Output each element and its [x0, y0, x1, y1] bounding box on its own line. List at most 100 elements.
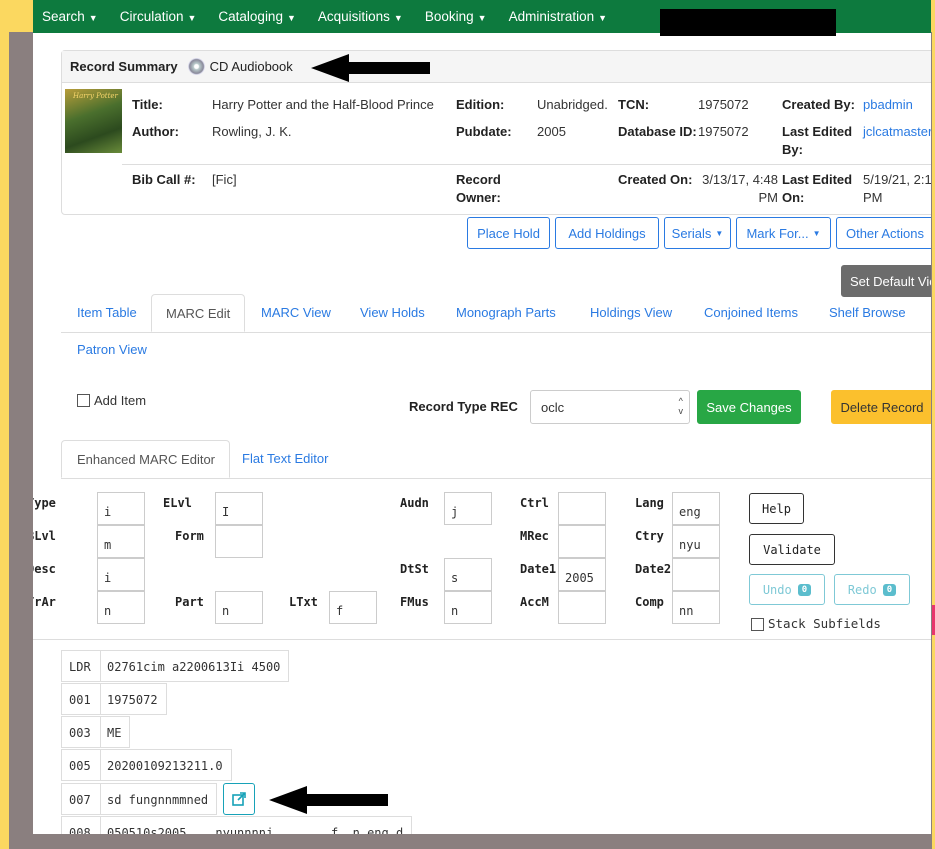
- other-actions-button[interactable]: Other Actions: [836, 217, 931, 249]
- marc-tag-field[interactable]: 001: [61, 683, 101, 715]
- tab-marc-view[interactable]: MARC View: [261, 305, 331, 320]
- spinner-icon[interactable]: ^ v: [679, 396, 684, 416]
- validate-button[interactable]: Validate: [749, 534, 835, 565]
- marc-value-field[interactable]: ME: [101, 716, 131, 748]
- tab-divider: [61, 332, 931, 333]
- nav-booking[interactable]: Booking ▼: [425, 9, 487, 24]
- place-hold-button[interactable]: Place Hold: [467, 217, 550, 249]
- record-type-input[interactable]: oclc ^ v: [530, 390, 690, 424]
- ff-accm-label: AccM: [520, 595, 549, 609]
- delete-record-button[interactable]: Delete Record: [831, 390, 931, 424]
- last-edited-by-link[interactable]: jclcatmaster: [863, 123, 931, 141]
- ff-mrec-field[interactable]: [558, 525, 606, 558]
- title-value: Harry Potter and the Half-Blood Prince: [212, 97, 434, 112]
- ff-desc-label: Desc: [33, 562, 56, 576]
- redaction-box: [660, 9, 836, 36]
- ff-date2-label: Date2: [635, 562, 672, 576]
- annotation-arrow: [269, 786, 388, 814]
- physical-characteristics-wizard-button[interactable]: [223, 783, 255, 815]
- ff-form-field[interactable]: [215, 525, 263, 558]
- ff-blvl-field[interactable]: m: [97, 525, 145, 558]
- mark-for-button[interactable]: Mark For... ▼: [736, 217, 831, 249]
- dbid-label: Database ID:: [618, 124, 697, 139]
- ff-trar-field[interactable]: n: [97, 591, 145, 624]
- bibcall-value: [Fic]: [212, 172, 237, 187]
- ff-part-label: Part: [175, 595, 204, 609]
- ff-ctry-field[interactable]: nyu: [672, 525, 720, 558]
- add-holdings-button[interactable]: Add Holdings: [555, 217, 659, 249]
- nav-circulation[interactable]: Circulation ▼: [120, 9, 197, 24]
- tab-marc-edit[interactable]: MARC Edit: [151, 294, 246, 332]
- app-page: Search ▼ Circulation ▼ Cataloging ▼ Acquisi…: [33, 0, 931, 834]
- edition-label: Edition:: [456, 97, 505, 112]
- marc-value-field[interactable]: 02761cim a2200613Ii 4500: [101, 650, 290, 682]
- ff-lang-field[interactable]: eng: [672, 492, 720, 525]
- created-by-label: Created By:: [782, 97, 855, 112]
- tab-view-holds[interactable]: View Holds: [360, 305, 425, 320]
- marc-row: 001 1975072: [61, 683, 167, 715]
- ff-ctrl-field[interactable]: [558, 492, 606, 525]
- ff-ltxt-label: LTxt: [289, 595, 318, 609]
- ff-trar-label: TrAr: [33, 595, 56, 609]
- record-format-label: CD Audiobook: [209, 59, 293, 74]
- ff-elvl-field[interactable]: I: [215, 492, 263, 525]
- external-link-icon: [232, 792, 246, 806]
- subtab-divider: [61, 478, 931, 479]
- nav-acquisitions[interactable]: Acquisitions ▼: [318, 9, 403, 24]
- ff-audn-field[interactable]: j: [444, 492, 492, 525]
- record-format: CD Audiobook: [187, 58, 293, 75]
- marc-value-field[interactable]: sd fungnnmmned: [101, 783, 218, 815]
- tab-patron-view[interactable]: Patron View: [77, 342, 147, 357]
- marc-row: 007 sd fungnnmmned: [61, 783, 218, 815]
- stack-subfields-checkbox[interactable]: [751, 618, 764, 631]
- tab-enhanced-marc-editor[interactable]: Enhanced MARC Editor: [61, 440, 231, 478]
- record-summary-header: Record Summary CD Audiobook: [62, 51, 931, 83]
- ff-date2-field[interactable]: [672, 558, 720, 591]
- ff-dtst-field[interactable]: s: [444, 558, 492, 591]
- ff-comp-field[interactable]: nn: [672, 591, 720, 624]
- marc-tag-field[interactable]: 007: [61, 783, 101, 815]
- nav-cataloging[interactable]: Cataloging ▼: [218, 9, 295, 24]
- created-by-link[interactable]: pbadmin: [863, 96, 913, 114]
- marc-value-field[interactable]: 050510s2005 nyunnnnj f n eng d: [101, 816, 413, 834]
- tab-flat-text-editor[interactable]: Flat Text Editor: [242, 451, 328, 466]
- ff-date1-field[interactable]: 2005: [558, 558, 606, 591]
- tab-holdings-view[interactable]: Holdings View: [590, 305, 672, 320]
- tab-item-table[interactable]: Item Table: [77, 305, 137, 320]
- marc-row: 005 20200109213211.0: [61, 749, 232, 781]
- marc-tag-field[interactable]: 005: [61, 749, 101, 781]
- serials-button[interactable]: Serials ▼: [664, 217, 731, 249]
- created-on-value: 3/13/17, 4:48 PM: [702, 172, 778, 205]
- tab-monograph-parts[interactable]: Monograph Parts: [456, 305, 556, 320]
- pubdate-value: 2005: [537, 124, 566, 139]
- marc-tag-field[interactable]: 008: [61, 816, 101, 834]
- redo-button[interactable]: Redo 0: [834, 574, 910, 605]
- ff-part-field[interactable]: n: [215, 591, 263, 624]
- save-changes-button[interactable]: Save Changes: [697, 390, 801, 424]
- help-button[interactable]: Help: [749, 493, 804, 524]
- last-edited-on-label: Last Edited On:: [782, 172, 853, 205]
- add-item-checkbox[interactable]: [77, 394, 90, 407]
- tab-conjoined-items[interactable]: Conjoined Items: [704, 305, 798, 320]
- undo-button[interactable]: Undo 0: [749, 574, 825, 605]
- ff-type-field[interactable]: i: [97, 492, 145, 525]
- last-edited-by-label: Last Edited By:: [782, 124, 853, 157]
- ff-fmus-field[interactable]: n: [444, 591, 492, 624]
- tab-shelf-browse[interactable]: Shelf Browse: [829, 305, 906, 320]
- home-icon[interactable]: [33, 10, 42, 23]
- ff-desc-field[interactable]: i: [97, 558, 145, 591]
- marc-tag-field[interactable]: 003: [61, 716, 101, 748]
- marc-value-field[interactable]: 1975072: [101, 683, 167, 715]
- set-default-view-button[interactable]: Set Default Vie: [841, 265, 931, 297]
- nav-administration[interactable]: Administration ▼: [509, 9, 607, 24]
- nav-search[interactable]: Search ▼: [42, 9, 98, 24]
- record-summary-title: Record Summary: [70, 59, 178, 74]
- ff-ltxt-field[interactable]: f: [329, 591, 377, 624]
- tcn-label: TCN:: [618, 97, 650, 112]
- marc-value-field[interactable]: 20200109213211.0: [101, 749, 232, 781]
- ff-accm-field[interactable]: [558, 591, 606, 624]
- marc-tag-field[interactable]: LDR: [61, 650, 101, 682]
- owner-label: Record Owner:: [456, 172, 501, 205]
- ff-form-label: Form: [175, 529, 204, 543]
- record-type-label: Record Type REC: [409, 399, 518, 414]
